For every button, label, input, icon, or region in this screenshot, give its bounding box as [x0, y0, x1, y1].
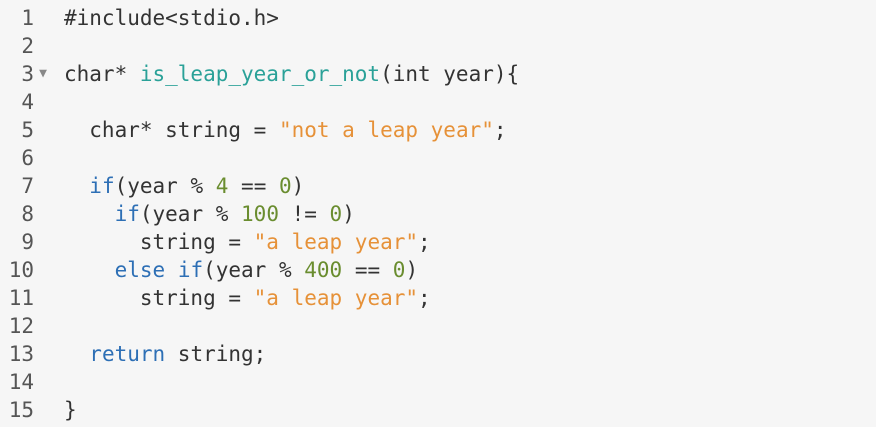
code-token: string =: [64, 286, 254, 310]
code-token: char*: [64, 62, 140, 86]
code-line[interactable]: 11 string = "a leap year";: [0, 284, 876, 312]
code-token: ;: [418, 286, 431, 310]
code-line[interactable]: 7 if(year % 4 == 0): [0, 172, 876, 200]
line-number: 4: [21, 90, 34, 114]
code-token: (year %: [139, 202, 242, 226]
line-number: 8: [21, 202, 34, 226]
code-token: "not a leap year": [278, 118, 494, 142]
code-text: }: [64, 396, 77, 424]
code-token: is_leap_year_or_not: [139, 62, 381, 86]
code-token: char* string =: [64, 118, 279, 142]
code-token: }: [64, 398, 77, 422]
code-token: (int year){: [380, 62, 520, 86]
code-token: 100: [241, 202, 279, 226]
code-line[interactable]: 13 return string;: [0, 340, 876, 368]
code-token: ): [342, 202, 355, 226]
line-number: 12: [8, 314, 34, 338]
code-token: if: [114, 202, 140, 226]
code-line[interactable]: 10 else if(year % 400 == 0): [0, 256, 876, 284]
code-editor[interactable]: 1 #include<stdio.h> 2 3 ▼ char* is_leap_year_…: [0, 0, 876, 427]
code-token: !=: [278, 202, 330, 226]
code-token: if: [177, 258, 204, 282]
code-token: string =: [64, 230, 254, 254]
line-number: 15: [8, 398, 34, 422]
code-token: else: [114, 258, 166, 282]
code-line[interactable]: 1 #include<stdio.h>: [0, 4, 876, 32]
line-number: 7: [21, 174, 34, 198]
code-token: #include<stdio.h>: [64, 6, 279, 30]
line-number: 9: [21, 230, 34, 254]
code-line[interactable]: 3 ▼ char* is_leap_year_or_not(int year){: [0, 60, 876, 88]
line-number: 3: [21, 62, 34, 86]
fold-arrow-icon[interactable]: ▼: [36, 60, 50, 88]
code-token: 0: [278, 174, 292, 198]
code-text: else if(year % 400 == 0): [64, 256, 419, 284]
code-text: string = "a leap year";: [64, 228, 431, 256]
code-token: ;: [418, 230, 431, 254]
code-token: ==: [228, 174, 279, 198]
code-line[interactable]: 5 char* string = "not a leap year";: [0, 116, 876, 144]
code-token: ;: [493, 118, 507, 142]
line-number: 1: [21, 6, 34, 30]
code-token: 4: [215, 174, 229, 198]
code-token: ): [405, 258, 419, 282]
code-token: "a leap year": [253, 230, 419, 254]
code-text: string = "a leap year";: [64, 284, 431, 312]
code-text: char* is_leap_year_or_not(int year){: [64, 60, 519, 88]
code-token: return: [89, 342, 166, 366]
code-text: char* string = "not a leap year";: [64, 116, 507, 144]
code-text: if(year % 4 == 0): [64, 172, 304, 200]
line-number: 6: [21, 146, 34, 170]
code-token: if: [89, 174, 115, 198]
code-line[interactable]: 14: [0, 368, 876, 396]
code-token: "a leap year": [253, 286, 419, 310]
code-text: #include<stdio.h>: [64, 4, 279, 32]
code-token: 0: [329, 202, 343, 226]
line-number: 5: [21, 118, 34, 142]
code-token: (year %: [203, 258, 305, 282]
line-number: 10: [8, 258, 34, 282]
code-text: if(year % 100 != 0): [64, 200, 355, 228]
code-token: ==: [342, 258, 393, 282]
code-line[interactable]: 12: [0, 312, 876, 340]
code-text: return string;: [64, 340, 266, 368]
code-line[interactable]: 4: [0, 88, 876, 116]
line-number: 14: [8, 370, 34, 394]
code-line[interactable]: 15}: [0, 396, 876, 424]
line-number: 13: [8, 342, 34, 366]
code-line[interactable]: 8 if(year % 100 != 0): [0, 200, 876, 228]
code-token: string;: [165, 342, 267, 366]
code-line[interactable]: 9 string = "a leap year";: [0, 228, 876, 256]
code-token: ): [291, 174, 305, 198]
line-number: 2: [21, 34, 34, 58]
code-token: 0: [392, 258, 406, 282]
code-line[interactable]: 2: [0, 32, 876, 60]
code-token: (year %: [114, 174, 216, 198]
code-token: 400: [304, 258, 343, 282]
code-line[interactable]: 6: [0, 144, 876, 172]
line-number: 11: [8, 286, 34, 310]
